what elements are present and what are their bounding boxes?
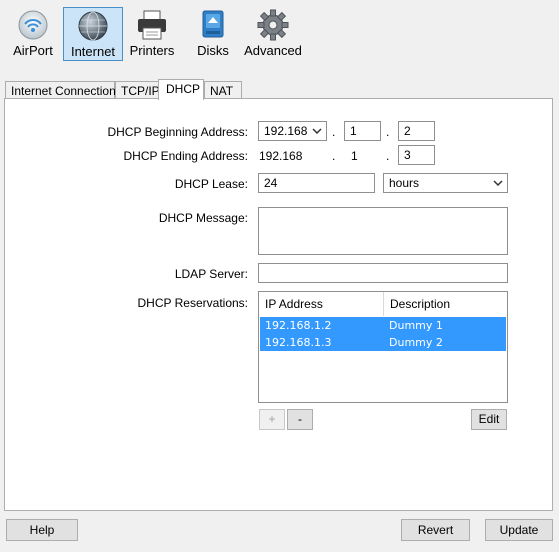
column-header-ip[interactable]: IP Address (259, 292, 383, 316)
cell-ip: 192.168.1.2 (265, 319, 332, 332)
column-header-description[interactable]: Description (383, 292, 507, 316)
end-octet4-field[interactable]: 3 (398, 145, 435, 165)
gear-icon (257, 9, 289, 41)
end-octet3-value: 1 (351, 149, 358, 163)
toolbar: AirPort Internet Printers Disks Advanced (0, 0, 559, 68)
end-address-label: DHCP Ending Address: (123, 149, 248, 163)
lease-label: DHCP Lease: (174, 177, 248, 191)
begin-octet3-field[interactable]: 1 (344, 121, 381, 141)
dot-separator: . (386, 149, 390, 163)
reservations-label: DHCP Reservations: (137, 296, 248, 310)
toolbar-internet[interactable]: Internet (63, 7, 123, 61)
chevron-down-icon (493, 180, 503, 187)
begin-prefix-select[interactable]: 192.168 (258, 121, 327, 141)
toolbar-label: Printers (129, 43, 175, 58)
ldap-field[interactable] (258, 263, 508, 283)
toolbar-advanced[interactable]: Advanced (244, 7, 302, 61)
add-reservation-button[interactable]: + (259, 409, 285, 430)
globe-icon (78, 11, 108, 41)
lease-unit-value: hours (389, 176, 420, 190)
table-row[interactable]: 192.168.1.3 Dummy 2 (260, 334, 506, 351)
end-prefix-value: 192.168 (259, 149, 303, 163)
cell-description: Dummy 2 (389, 336, 443, 349)
toolbar-label: Disks (197, 43, 229, 58)
dhcp-panel: DHCP Beginning Address: 192.168 . 1 . 2 … (4, 98, 553, 511)
update-button[interactable]: Update (485, 519, 553, 541)
ldap-label: LDAP Server: (174, 267, 248, 281)
toolbar-airport[interactable]: AirPort (6, 7, 60, 61)
lease-unit-select[interactable]: hours (383, 173, 508, 193)
revert-button[interactable]: Revert (401, 519, 470, 541)
remove-reservation-button[interactable]: - (287, 409, 313, 430)
toolbar-label: Advanced (244, 43, 302, 58)
message-label: DHCP Message: (158, 211, 248, 225)
chevron-down-icon (312, 128, 322, 135)
toolbar-printers[interactable]: Printers (127, 7, 177, 61)
printer-icon (138, 10, 166, 40)
reservations-table[interactable]: IP Address Description 192.168.1.2 Dummy… (258, 291, 508, 403)
toolbar-label: AirPort (13, 43, 53, 58)
begin-address-label: DHCP Beginning Address: (107, 125, 248, 139)
toolbar-label: Internet (70, 44, 116, 59)
dot-separator: . (332, 149, 336, 163)
tab-dhcp[interactable]: DHCP (158, 79, 204, 100)
cell-description: Dummy 1 (389, 319, 443, 332)
help-button[interactable]: Help (6, 519, 78, 541)
dot-separator: . (332, 125, 336, 139)
disk-icon (202, 10, 224, 38)
toolbar-disks[interactable]: Disks (192, 7, 234, 61)
begin-octet4-field[interactable]: 2 (398, 121, 435, 141)
lease-field[interactable]: 24 (258, 173, 375, 193)
dot-separator: . (386, 125, 390, 139)
cell-ip: 192.168.1.3 (265, 336, 332, 349)
message-field[interactable] (258, 207, 508, 255)
edit-reservation-button[interactable]: Edit (471, 409, 507, 430)
table-row[interactable]: 192.168.1.2 Dummy 1 (260, 317, 506, 334)
begin-prefix-value: 192.168 (264, 124, 308, 138)
wifi-icon (18, 10, 48, 40)
